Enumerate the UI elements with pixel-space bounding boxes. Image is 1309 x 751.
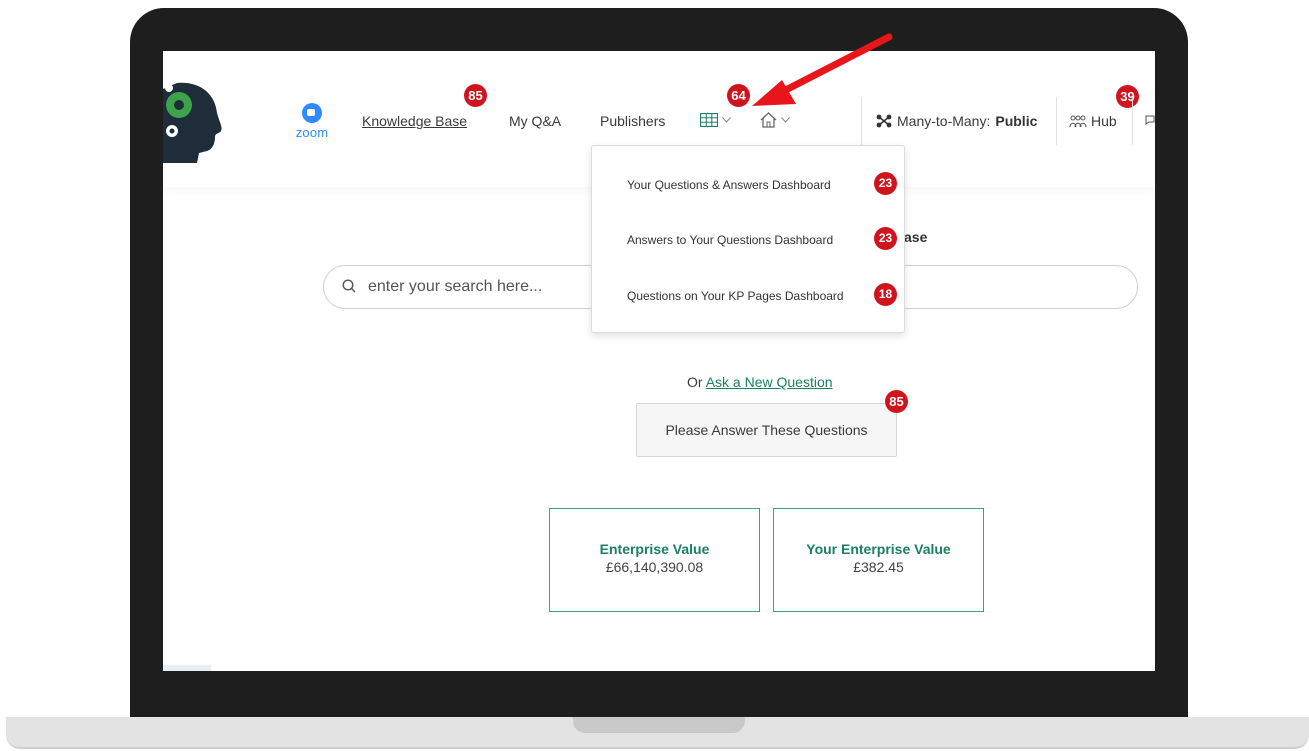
nav-my-qa[interactable]: My Q&A xyxy=(509,113,561,129)
many-to-many-value: Public xyxy=(995,113,1038,129)
home-menu-toggle[interactable] xyxy=(760,109,790,131)
search-input[interactable] xyxy=(366,275,610,299)
answer-questions-badge: 85 xyxy=(885,390,908,413)
nav-hub[interactable]: Hub xyxy=(1069,113,1117,129)
chevron-down-icon xyxy=(722,117,731,123)
ask-prefix: Or xyxy=(687,374,703,390)
chat-icon[interactable] xyxy=(1145,115,1155,125)
dropdown-item-answers-dashboard[interactable]: Answers to Your Questions Dashboard xyxy=(627,233,833,247)
home-icon xyxy=(760,112,777,128)
zoom-label: zoom xyxy=(295,125,329,140)
many-to-many-icon xyxy=(876,114,892,128)
laptop-notch xyxy=(573,717,745,733)
grid-menu-toggle[interactable] xyxy=(700,109,731,131)
card-value: £66,140,390.08 xyxy=(605,559,704,575)
chevron-down-icon xyxy=(781,117,790,123)
grid-icon xyxy=(700,113,718,127)
hub-icon xyxy=(1069,115,1087,127)
nav-publishers[interactable]: Publishers xyxy=(600,113,665,129)
card-title: Your Enterprise Value xyxy=(806,541,951,557)
enterprise-value-card[interactable]: Enterprise Value £66,140,390.08 xyxy=(549,508,760,612)
brain-gear-logo[interactable] xyxy=(163,79,225,163)
knowledge-base-badge: 85 xyxy=(464,84,487,107)
page-title: ase xyxy=(904,229,928,245)
dropdown-item-qa-dashboard[interactable]: Your Questions & Answers Dashboard xyxy=(627,178,831,192)
dropdown-item-badge: 23 xyxy=(874,172,897,195)
dropdown-item-badge: 23 xyxy=(874,227,897,250)
card-title: Enterprise Value xyxy=(599,541,710,557)
please-answer-button[interactable]: Please Answer These Questions xyxy=(636,403,897,457)
dropdown-item-kp-pages-dashboard[interactable]: Questions on Your KP Pages Dashboard xyxy=(627,289,844,303)
dropdown-item-badge: 18 xyxy=(874,283,897,306)
card-value: £382.45 xyxy=(853,559,904,575)
horizontal-scrollbar[interactable] xyxy=(163,665,211,671)
nav-divider xyxy=(1056,97,1057,145)
hub-label: Hub xyxy=(1091,113,1117,129)
ask-question-line: Or Ask a New Question xyxy=(687,374,833,390)
nav-divider xyxy=(861,97,862,145)
nav-knowledge-base[interactable]: Knowledge Base xyxy=(362,113,467,129)
ask-new-question-link[interactable]: Ask a New Question xyxy=(706,374,833,390)
zoom-link[interactable]: zoom xyxy=(289,103,335,143)
search-icon xyxy=(342,279,356,293)
many-to-many-label: Many-to-Many: xyxy=(897,113,991,129)
zoom-icon xyxy=(302,103,322,123)
screen: zoom Knowledge Base 85 My Q&A Publishers… xyxy=(163,51,1155,671)
your-enterprise-value-card[interactable]: Your Enterprise Value £382.45 xyxy=(773,508,984,612)
grid-menu-badge: 64 xyxy=(727,84,750,107)
hub-badge: 39 xyxy=(1116,85,1139,108)
nav-divider xyxy=(1132,97,1133,145)
dashboard-dropdown-menu: Your Questions & Answers Dashboard 23 An… xyxy=(591,145,905,333)
many-to-many-toggle[interactable]: Many-to-Many: Public xyxy=(876,113,1037,129)
